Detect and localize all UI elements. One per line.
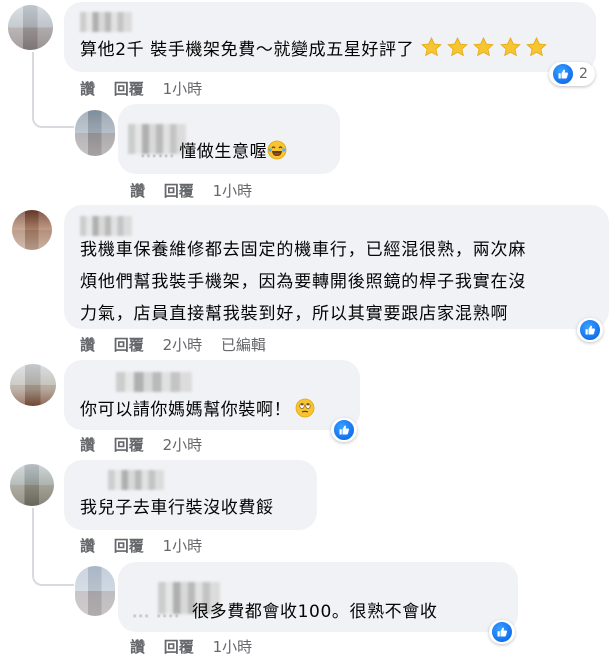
star-rating bbox=[416, 36, 548, 60]
comment-actions: 讚 回覆 2小時 已編輯 bbox=[80, 334, 280, 355]
reply-button[interactable]: 回覆 bbox=[164, 180, 194, 201]
comment-actions: 讚 回覆 2小時 bbox=[80, 434, 216, 455]
reaction-summary[interactable] bbox=[489, 620, 515, 644]
comment-text: 算他2千 裝手機架免費～就變成五星好評了 bbox=[80, 34, 548, 66]
reaction-summary[interactable] bbox=[577, 318, 603, 342]
reaction-count: 2 bbox=[579, 66, 588, 82]
avatar[interactable] bbox=[10, 364, 56, 406]
star-icon bbox=[473, 36, 495, 57]
like-icon bbox=[579, 319, 601, 341]
timestamp[interactable]: 1小時 bbox=[163, 535, 203, 556]
commenter-name[interactable] bbox=[116, 372, 192, 392]
reply-button[interactable]: 回覆 bbox=[114, 535, 144, 556]
comment-text: ... .... 很多費都會收100。很熟不會收 bbox=[132, 602, 438, 622]
star-icon bbox=[447, 36, 468, 57]
eye-roll-emoji bbox=[295, 398, 315, 418]
reply-thread-line bbox=[32, 508, 74, 586]
reply-button[interactable]: 回覆 bbox=[114, 334, 144, 355]
like-button[interactable]: 讚 bbox=[80, 434, 95, 455]
reaction-summary[interactable]: 2 bbox=[549, 62, 595, 86]
timestamp[interactable]: 2小時 bbox=[163, 334, 203, 355]
avatar[interactable] bbox=[12, 210, 52, 250]
star-icon bbox=[420, 36, 442, 57]
comment-actions: 讚 回覆 1小時 bbox=[80, 535, 216, 556]
like-button[interactable]: 讚 bbox=[80, 334, 95, 355]
commenter-name[interactable] bbox=[80, 12, 132, 32]
like-icon bbox=[552, 63, 574, 85]
timestamp[interactable]: 1小時 bbox=[213, 180, 253, 201]
like-button[interactable]: 讚 bbox=[80, 535, 95, 556]
reply-button[interactable]: 回覆 bbox=[114, 78, 144, 99]
laughing-emoji bbox=[267, 140, 287, 160]
avatar[interactable] bbox=[75, 110, 115, 156]
like-icon bbox=[333, 419, 355, 441]
comment-text: 你可以請你媽媽幫你裝啊！ bbox=[80, 394, 315, 426]
reply-thread-line bbox=[32, 52, 74, 128]
avatar[interactable] bbox=[75, 566, 115, 616]
comment-text: 我機車保養維修都去固定的機車行，已經混很熟，兩次麻 煩他們幫我裝手機架，因為要轉… bbox=[80, 240, 527, 324]
like-button[interactable]: 讚 bbox=[80, 78, 95, 99]
like-icon bbox=[491, 621, 513, 643]
avatar[interactable] bbox=[8, 5, 53, 50]
comment-actions: 讚 回覆 1小時 bbox=[130, 180, 266, 201]
edited-label[interactable]: 已編輯 bbox=[221, 334, 266, 355]
timestamp[interactable]: 2小時 bbox=[163, 434, 203, 455]
commenter-name[interactable] bbox=[108, 470, 164, 490]
commenter-name[interactable] bbox=[80, 216, 132, 236]
reaction-summary[interactable] bbox=[331, 418, 357, 442]
comment-text: …… 懂做生意喔 bbox=[140, 136, 287, 168]
avatar[interactable] bbox=[10, 464, 54, 506]
like-button[interactable]: 讚 bbox=[130, 180, 145, 201]
star-icon bbox=[526, 36, 548, 57]
reply-button[interactable]: 回覆 bbox=[114, 434, 144, 455]
comment-text: 我兒子去車行裝沒收費餒 bbox=[80, 498, 274, 518]
timestamp[interactable]: 1小時 bbox=[163, 78, 203, 99]
comment-actions: 讚 回覆 1小時 bbox=[80, 78, 216, 99]
star-icon bbox=[500, 36, 521, 57]
